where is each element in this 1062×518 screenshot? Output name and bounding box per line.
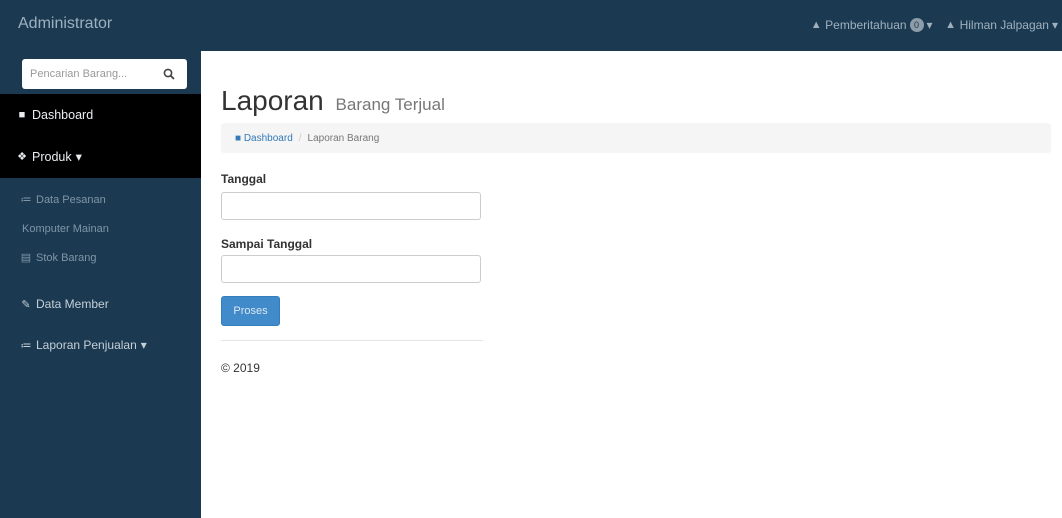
caret-down-icon: ▾: [140, 338, 147, 352]
sidebar-item-label: Stok Barang: [36, 251, 97, 264]
cubes-icon: ❖: [17, 151, 27, 163]
notifications-dropdown[interactable]: ▲ Pemberitahuan 0 ▾: [810, 18, 933, 32]
breadcrumb-label: Dashboard: [243, 132, 293, 144]
sidebar-item-label: Laporan Penjualan: [36, 338, 137, 352]
chart-icon: ≔: [20, 194, 32, 206]
caret-down-icon: ▾: [1051, 18, 1058, 32]
table-icon: ▤: [20, 252, 32, 264]
breadcrumb-dashboard[interactable]: ■ Dashboard: [235, 133, 293, 144]
footer-copyright: © 2019: [221, 361, 260, 375]
sidebar-item-komputer-mainan[interactable]: Komputer Mainan: [22, 223, 109, 235]
notifications-label: Pemberitahuan: [825, 18, 907, 32]
notification-count-badge: 0: [909, 18, 924, 32]
tanggal-label: Tanggal: [221, 172, 267, 186]
caret-down-icon: ▾: [75, 150, 82, 164]
sidebar-item-data-member[interactable]: ✎ Data Member: [20, 297, 109, 311]
page-title-text: Laporan: [221, 85, 324, 116]
sidebar-item-stok-barang[interactable]: ▤ Stok Barang: [20, 251, 97, 265]
top-navbar: Administrator ▲ Pemberitahuan 0 ▾ ▲ Hilm…: [0, 0, 1062, 51]
sidebar-item-label: Data Pesanan: [36, 193, 106, 206]
search-icon: [163, 68, 175, 80]
sampai-tanggal-input[interactable]: [221, 255, 481, 283]
page-subtitle: Barang Terjual: [335, 95, 445, 114]
sidebar-item-label: Komputer Mainan: [22, 223, 109, 235]
dashboard-icon: ■: [235, 132, 242, 144]
search-button[interactable]: [154, 60, 184, 88]
user-name: Hilman Jalpagan: [959, 18, 1049, 32]
dashboard-icon: ■: [18, 109, 26, 121]
sidebar-item-label: Produk: [32, 149, 72, 164]
sidebar-item-produk[interactable]: ❖ Produk ▾: [16, 149, 82, 165]
caret-down-icon: ▾: [926, 18, 933, 32]
user-dropdown[interactable]: ▲ Hilman Jalpagan ▾: [945, 18, 1058, 32]
sidebar-item-laporan-penjualan[interactable]: ≔ Laporan Penjualan ▾: [20, 338, 147, 352]
page-title: Laporan Barang Terjual: [221, 85, 445, 117]
tanggal-input[interactable]: [221, 192, 481, 220]
breadcrumb: ■ Dashboard / Laporan Barang: [221, 123, 1051, 153]
sidebar-item-label: Dashboard: [32, 108, 94, 122]
sampai-tanggal-label: Sampai Tanggal: [221, 237, 313, 251]
user-icon: ▲: [945, 19, 957, 31]
sidebar-item-label: Data Member: [36, 297, 109, 311]
search-input[interactable]: [22, 60, 154, 88]
navbar-right: ▲ Pemberitahuan 0 ▾ ▲ Hilman Jalpagan ▾: [810, 18, 1058, 32]
sidebar: ■ Dashboard ❖ Produk ▾ ≔ Data Pesanan Ko…: [0, 51, 201, 518]
divider: [221, 340, 483, 341]
user-icon: ▲: [810, 19, 822, 31]
sidebar-search: [22, 59, 187, 89]
sidebar-item-dashboard[interactable]: ■ Dashboard: [16, 108, 93, 122]
sidebar-active-block: [0, 94, 201, 178]
proses-button[interactable]: Proses: [221, 296, 280, 326]
breadcrumb-current: Laporan Barang: [307, 132, 380, 144]
chart-icon: ≔: [20, 339, 32, 352]
edit-icon: ✎: [21, 298, 31, 311]
brand-title[interactable]: Administrator: [18, 15, 112, 33]
sidebar-item-data-pesanan[interactable]: ≔ Data Pesanan: [20, 193, 106, 207]
breadcrumb-separator: /: [298, 132, 302, 144]
